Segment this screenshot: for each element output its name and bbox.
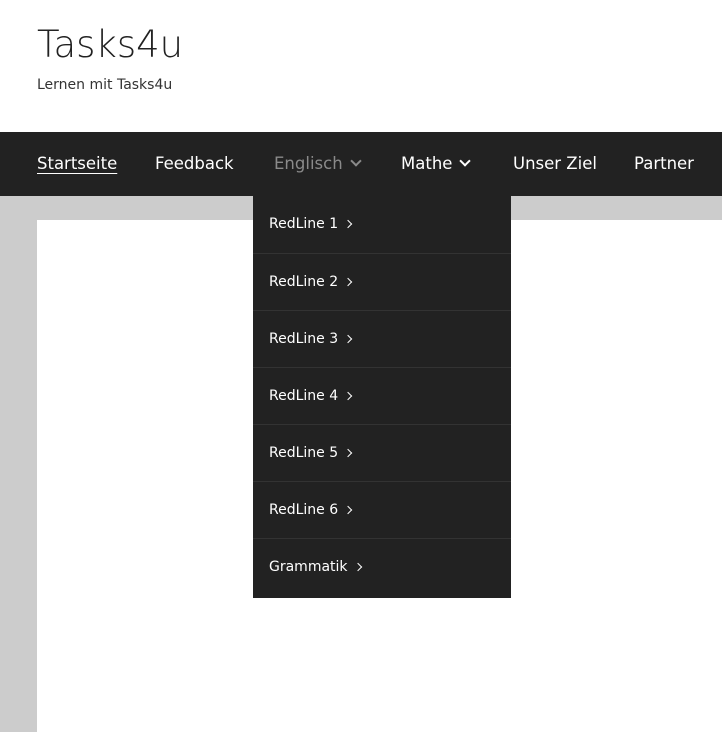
nav-item-label: Mathe [401, 154, 453, 173]
main-navigation: Startseite Feedback Englisch Mathe Unser… [0, 132, 722, 196]
chevron-right-icon [343, 448, 353, 458]
nav-item-startseite[interactable]: Startseite [37, 132, 117, 196]
site-title[interactable]: Tasks4u [37, 22, 183, 68]
nav-item-mathe[interactable]: Mathe [401, 132, 472, 196]
site-header: Tasks4u Lernen mit Tasks4u [0, 0, 722, 132]
nav-item-label: Englisch [274, 154, 343, 173]
dropdown-item-label: RedLine 6 [269, 502, 339, 518]
dropdown-item-redline-2[interactable]: RedLine 2 [253, 253, 511, 310]
dropdown-item-label: RedLine 2 [269, 274, 339, 290]
nav-item-label: Startseite [37, 154, 118, 173]
nav-item-unser-ziel[interactable]: Unser Ziel [513, 132, 597, 196]
nav-item-label: Unser Ziel [513, 154, 597, 173]
nav-item-label: Partner [634, 154, 694, 173]
nav-item-englisch[interactable]: Englisch [274, 132, 362, 196]
chevron-down-icon [349, 155, 362, 167]
dropdown-item-label: RedLine 5 [269, 445, 339, 461]
page: Tasks4u Lernen mit Tasks4u Startseite Fe… [0, 0, 722, 732]
chevron-right-icon [353, 562, 362, 572]
site-tagline: Lernen mit Tasks4u [37, 77, 173, 93]
chevron-right-icon [343, 391, 353, 401]
chevron-right-icon [343, 277, 353, 287]
chevron-right-icon [343, 505, 353, 515]
nav-item-feedback[interactable]: Feedback [155, 132, 234, 196]
dropdown-item-label: RedLine 3 [269, 331, 339, 347]
dropdown-item-label: Grammatik [269, 559, 348, 575]
dropdown-item-grammatik[interactable]: Grammatik [253, 538, 511, 595]
nav-item-partner[interactable]: Partner [634, 132, 694, 196]
dropdown-item-redline-4[interactable]: RedLine 4 [253, 367, 511, 424]
chevron-right-icon [343, 219, 353, 229]
englisch-dropdown-menu: RedLine 1 RedLine 2 RedLine 3 RedLine 4 … [253, 196, 511, 598]
dropdown-item-redline-5[interactable]: RedLine 5 [253, 424, 511, 481]
nav-item-label: Feedback [155, 154, 234, 173]
dropdown-item-redline-3[interactable]: RedLine 3 [253, 310, 511, 367]
chevron-down-icon [459, 155, 472, 167]
dropdown-item-label: RedLine 1 [269, 216, 339, 232]
dropdown-item-redline-6[interactable]: RedLine 6 [253, 481, 511, 538]
dropdown-item-label: RedLine 4 [269, 388, 339, 404]
dropdown-item-redline-1[interactable]: RedLine 1 [253, 196, 511, 253]
chevron-right-icon [343, 334, 353, 344]
